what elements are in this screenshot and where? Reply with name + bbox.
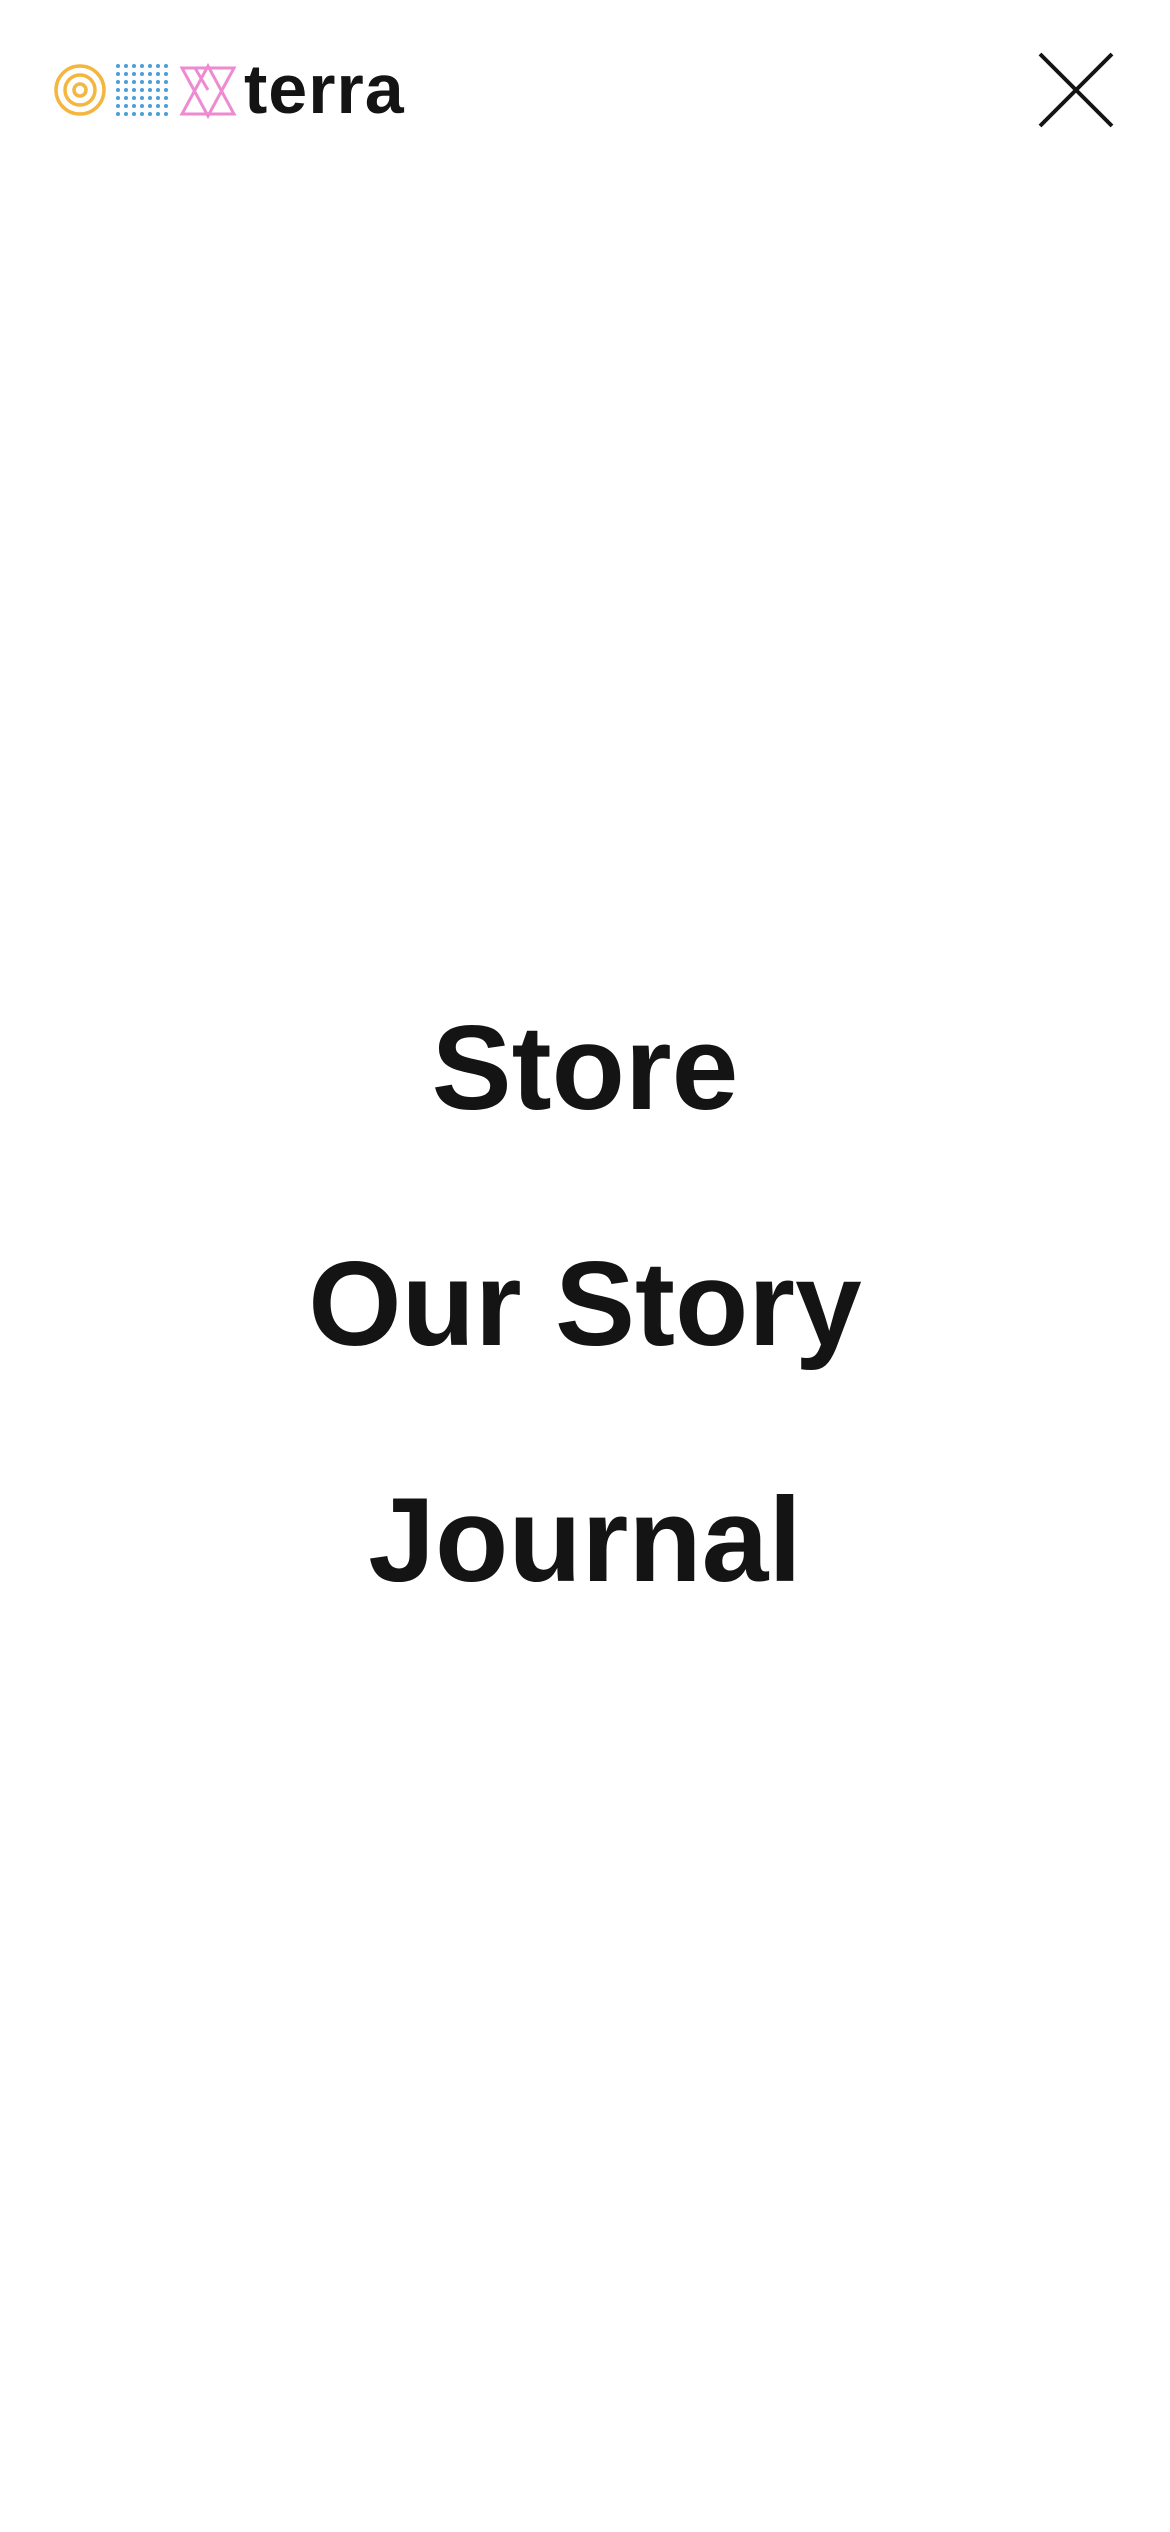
close-icon xyxy=(1038,52,1114,128)
main-menu: Store Our Story Journal xyxy=(0,950,1170,1658)
close-menu-button[interactable] xyxy=(1036,50,1116,130)
logo-mark xyxy=(54,62,237,120)
menu-item-store[interactable]: Store xyxy=(0,950,1170,1186)
dot-grid-icon xyxy=(116,64,168,116)
menu-item-journal[interactable]: Journal xyxy=(0,1422,1170,1658)
menu-item-our-story[interactable]: Our Story xyxy=(0,1186,1170,1422)
header: terra xyxy=(0,0,1170,180)
logo-wordmark: terra xyxy=(244,50,405,128)
triangles-icon xyxy=(179,62,237,120)
concentric-circles-icon xyxy=(54,64,106,116)
terra-logo[interactable]: terra xyxy=(54,54,404,124)
